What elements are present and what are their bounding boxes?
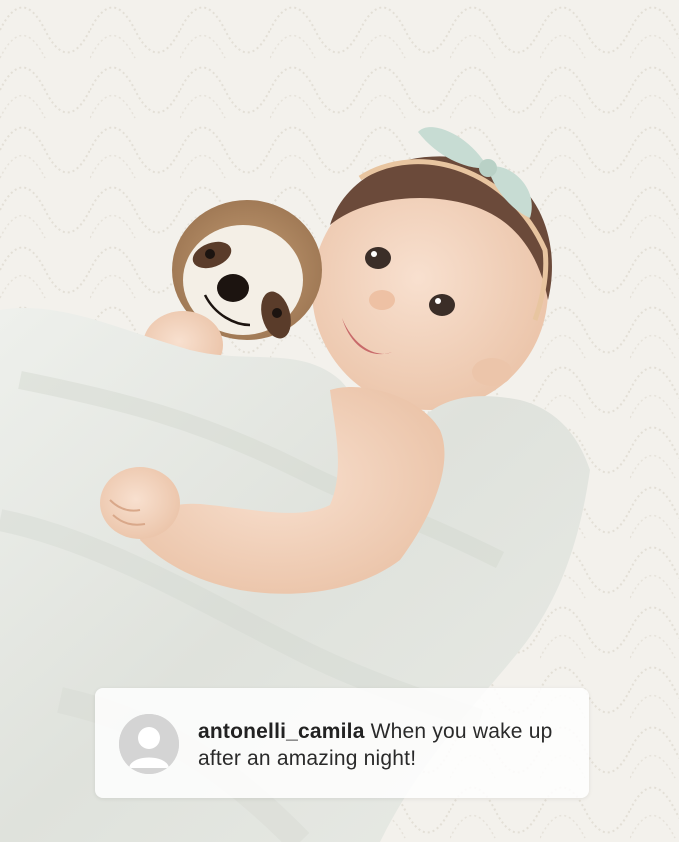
avatar	[119, 714, 179, 774]
comment-text: antonelli_camila When you wake up after …	[198, 718, 558, 772]
comment-card: antonelli_camila When you wake up after …	[95, 688, 589, 798]
default-user-avatar-icon	[119, 714, 179, 774]
comment-username: antonelli_camila	[198, 720, 365, 743]
photo-scene: antonelli_camila When you wake up after …	[0, 0, 679, 842]
